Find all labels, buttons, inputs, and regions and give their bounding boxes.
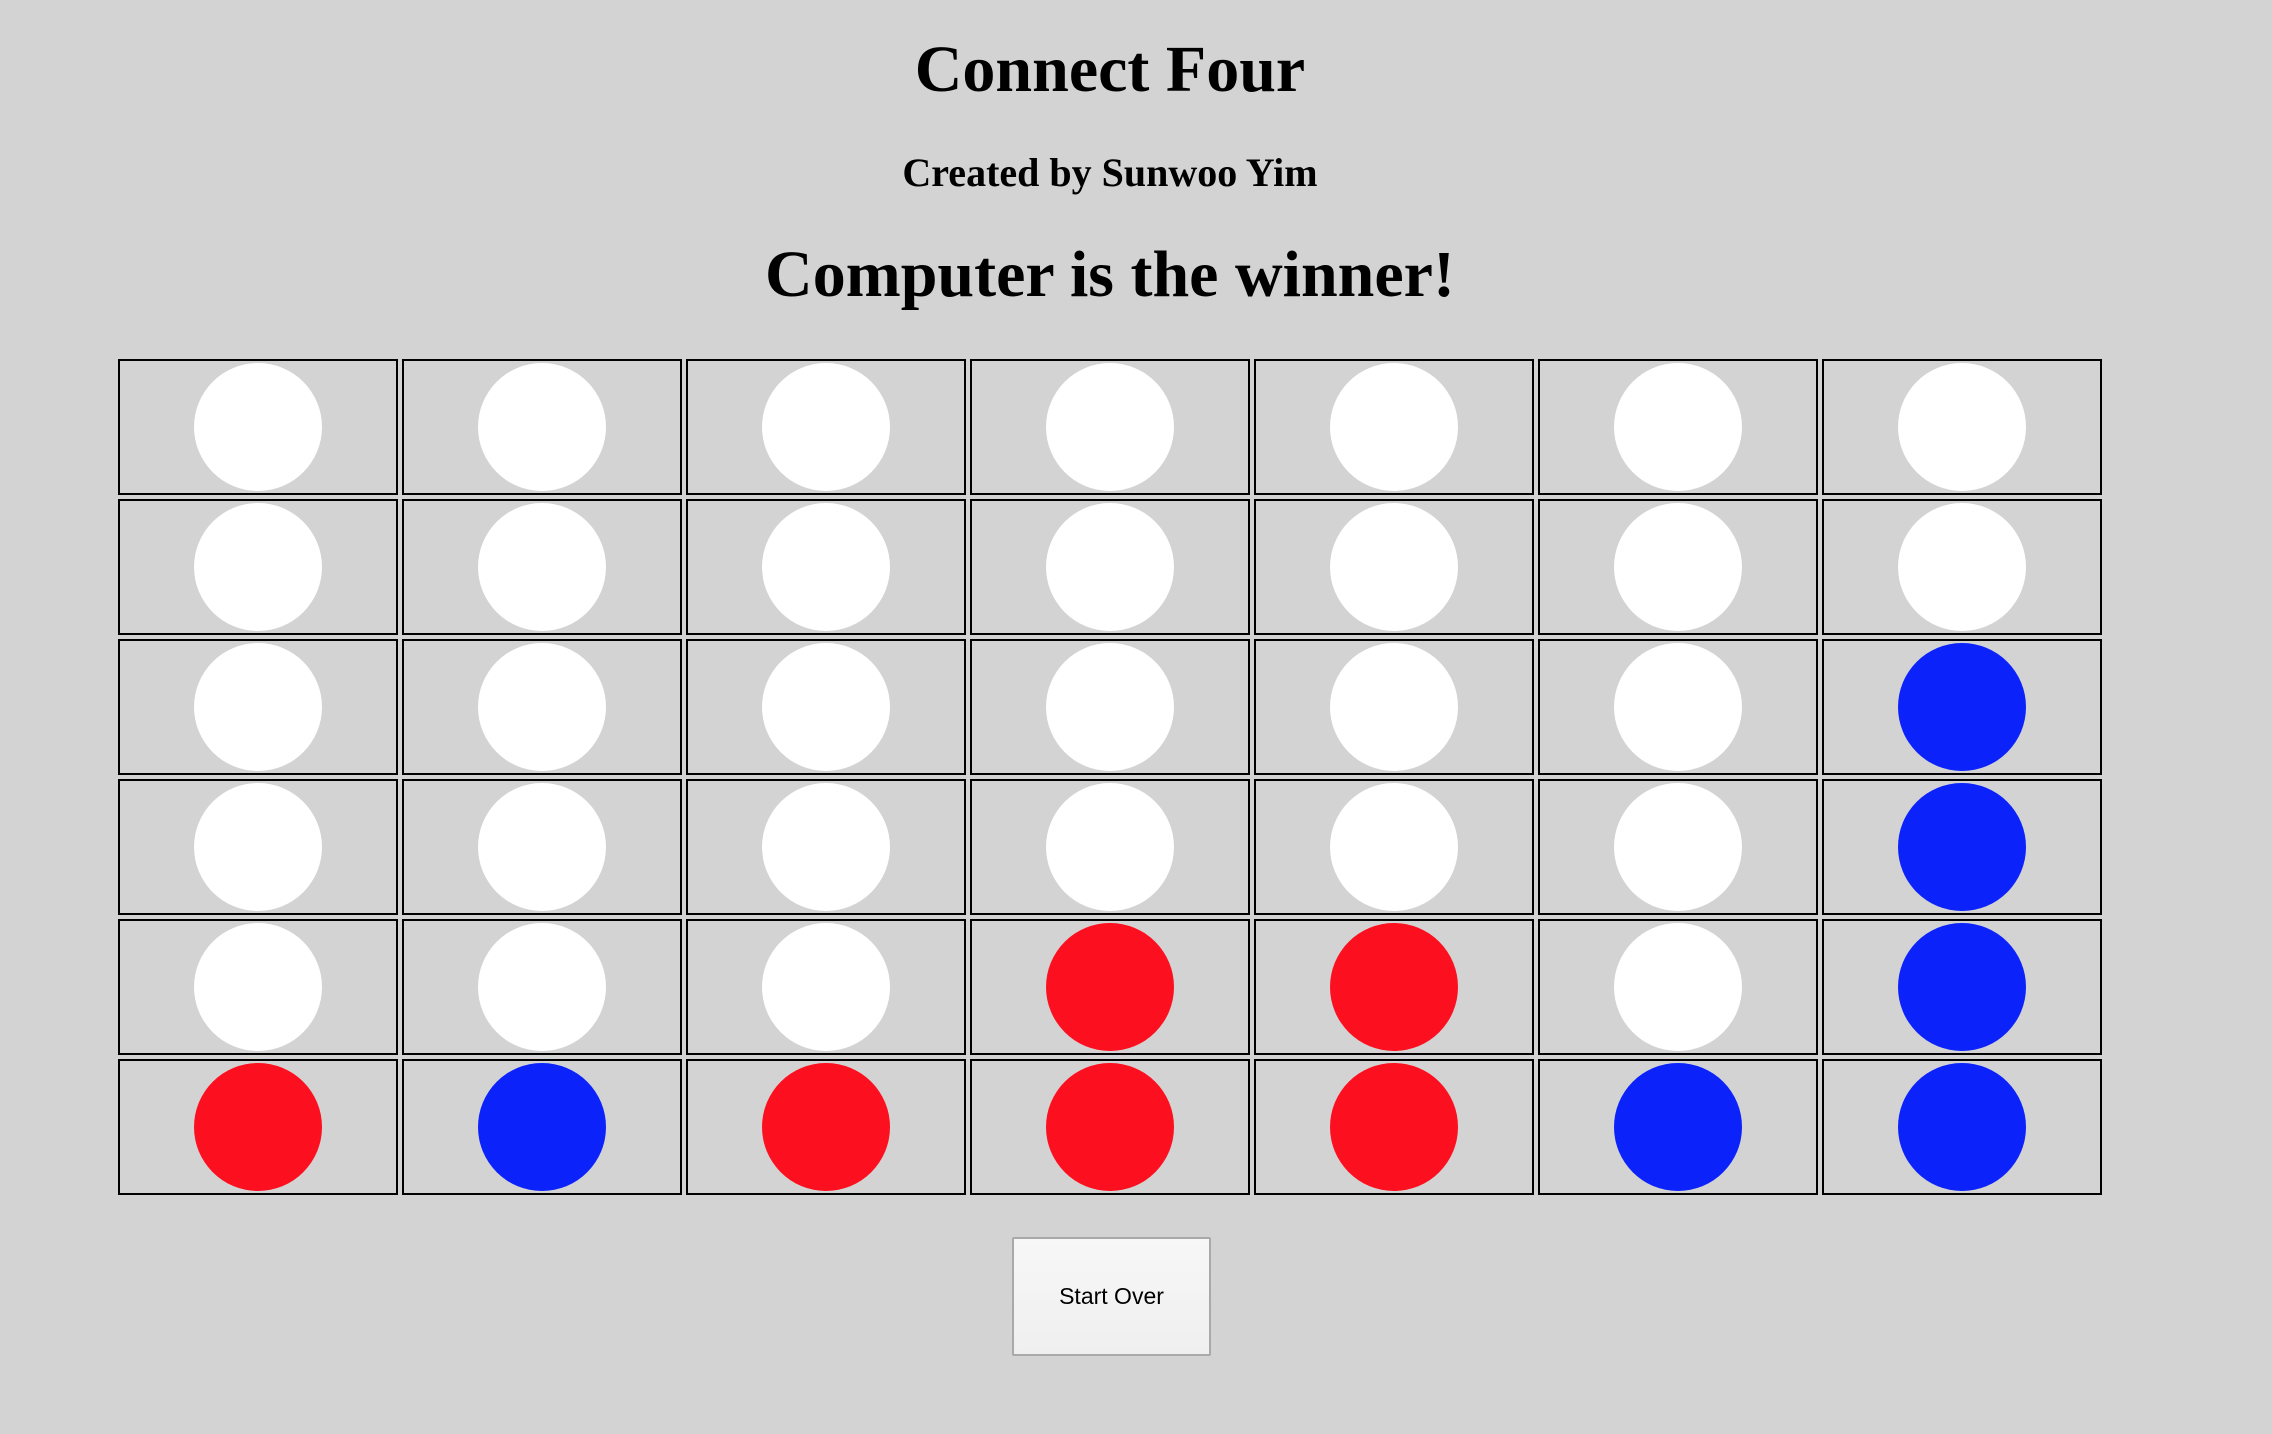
board-cell-r6-c1[interactable] <box>118 1059 398 1195</box>
board-cell-r2-c4[interactable] <box>970 499 1250 635</box>
board-cell-r6-c7[interactable] <box>1822 1059 2102 1195</box>
board-cell-r5-c4[interactable] <box>970 919 1250 1055</box>
board-cell-r1-c5[interactable] <box>1254 359 1534 495</box>
red-disc <box>194 1063 322 1191</box>
board-cell-r1-c4[interactable] <box>970 359 1250 495</box>
board-cell-r3-c6[interactable] <box>1538 639 1818 775</box>
board-cell-r1-c6[interactable] <box>1538 359 1818 495</box>
board-cell-r2-c3[interactable] <box>686 499 966 635</box>
red-disc <box>762 1063 890 1191</box>
red-disc <box>1046 923 1174 1051</box>
board-cell-r2-c5[interactable] <box>1254 499 1534 635</box>
board-cell-r3-c1[interactable] <box>118 639 398 775</box>
empty-slot <box>762 503 890 631</box>
empty-slot <box>194 363 322 491</box>
red-disc <box>1046 1063 1174 1191</box>
empty-slot <box>1898 503 2026 631</box>
blue-disc <box>1898 923 2026 1051</box>
board-cell-r6-c5[interactable] <box>1254 1059 1534 1195</box>
board-cell-r5-c5[interactable] <box>1254 919 1534 1055</box>
blue-disc <box>1898 1063 2026 1191</box>
board-cell-r2-c7[interactable] <box>1822 499 2102 635</box>
blue-disc <box>1614 1063 1742 1191</box>
board-cell-r3-c7[interactable] <box>1822 639 2102 775</box>
empty-slot <box>194 923 322 1051</box>
empty-slot <box>1046 643 1174 771</box>
board-cell-r2-c1[interactable] <box>118 499 398 635</box>
empty-slot <box>1046 503 1174 631</box>
empty-slot <box>1898 363 2026 491</box>
board-cell-r6-c6[interactable] <box>1538 1059 1818 1195</box>
empty-slot <box>1046 363 1174 491</box>
game-status: Computer is the winner! <box>765 238 1455 311</box>
board-cell-r4-c7[interactable] <box>1822 779 2102 915</box>
board-cell-r5-c2[interactable] <box>402 919 682 1055</box>
board-cell-r4-c2[interactable] <box>402 779 682 915</box>
empty-slot <box>1330 643 1458 771</box>
empty-slot <box>762 363 890 491</box>
empty-slot <box>1330 503 1458 631</box>
board-cell-r5-c6[interactable] <box>1538 919 1818 1055</box>
board-cell-r5-c7[interactable] <box>1822 919 2102 1055</box>
board-cell-r1-c7[interactable] <box>1822 359 2102 495</box>
board-cell-r6-c2[interactable] <box>402 1059 682 1195</box>
empty-slot <box>1614 503 1742 631</box>
page-title: Connect Four <box>914 33 1306 106</box>
start-over-button[interactable]: Start Over <box>1012 1237 1211 1356</box>
board-cell-r4-c6[interactable] <box>1538 779 1818 915</box>
empty-slot <box>478 923 606 1051</box>
board-cell-r4-c4[interactable] <box>970 779 1250 915</box>
board-cell-r4-c3[interactable] <box>686 779 966 915</box>
empty-slot <box>478 643 606 771</box>
board-cell-r5-c3[interactable] <box>686 919 966 1055</box>
blue-disc <box>478 1063 606 1191</box>
empty-slot <box>478 783 606 911</box>
board-cell-r1-c1[interactable] <box>118 359 398 495</box>
empty-slot <box>762 783 890 911</box>
board-cell-r3-c5[interactable] <box>1254 639 1534 775</box>
empty-slot <box>1614 363 1742 491</box>
empty-slot <box>762 643 890 771</box>
empty-slot <box>762 923 890 1051</box>
board-cell-r4-c5[interactable] <box>1254 779 1534 915</box>
empty-slot <box>478 503 606 631</box>
board-cell-r1-c2[interactable] <box>402 359 682 495</box>
board-cell-r2-c2[interactable] <box>402 499 682 635</box>
empty-slot <box>1614 783 1742 911</box>
board-cell-r5-c1[interactable] <box>118 919 398 1055</box>
empty-slot <box>1330 783 1458 911</box>
empty-slot <box>478 363 606 491</box>
board-cell-r4-c1[interactable] <box>118 779 398 915</box>
empty-slot <box>194 503 322 631</box>
board-cell-r6-c3[interactable] <box>686 1059 966 1195</box>
empty-slot <box>194 643 322 771</box>
blue-disc <box>1898 783 2026 911</box>
board-cell-r1-c3[interactable] <box>686 359 966 495</box>
board-cell-r3-c2[interactable] <box>402 639 682 775</box>
empty-slot <box>1330 363 1458 491</box>
empty-slot <box>1614 643 1742 771</box>
game-board <box>118 359 2106 1197</box>
red-disc <box>1330 923 1458 1051</box>
empty-slot <box>1614 923 1742 1051</box>
board-cell-r3-c3[interactable] <box>686 639 966 775</box>
blue-disc <box>1898 643 2026 771</box>
board-cell-r6-c4[interactable] <box>970 1059 1250 1195</box>
board-cell-r3-c4[interactable] <box>970 639 1250 775</box>
empty-slot <box>194 783 322 911</box>
board-cell-r2-c6[interactable] <box>1538 499 1818 635</box>
empty-slot <box>1046 783 1174 911</box>
red-disc <box>1330 1063 1458 1191</box>
author-credit: Created by Sunwoo Yim <box>902 150 1318 195</box>
